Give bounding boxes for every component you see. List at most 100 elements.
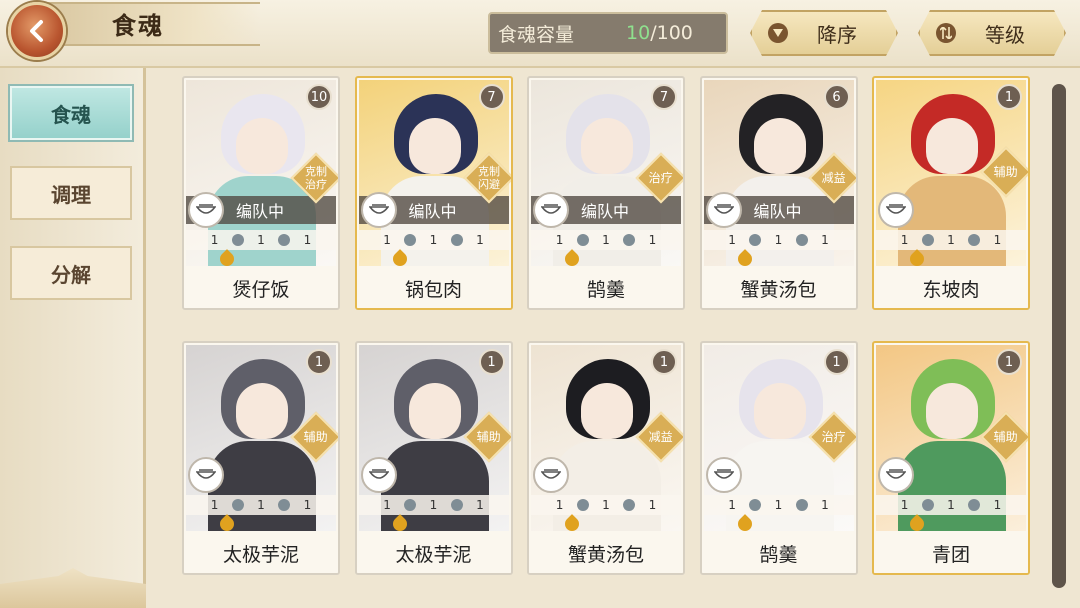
skill-orb-icon [623,234,636,246]
skill-value: 1 [210,498,219,512]
bowl-icon [188,192,224,228]
skill-value: 1 [774,233,783,247]
character-name: 蟹黄汤包 [529,533,683,573]
in-team-label: 编队中 [753,202,802,221]
skill-row: 1 1 1 [703,495,854,515]
card-count-badge: 1 [306,349,332,375]
role-label: 减益 [821,170,846,185]
card-count-badge: 1 [996,349,1022,375]
skill-value: 1 [993,498,1002,512]
character-card[interactable]: 1 辅助 1 1 1 太极芋泥 [354,341,513,575]
skill-orb-icon [921,234,934,246]
skill-orb-icon [404,234,417,246]
top-bar: 食魂 食魂容量 10 /100 降序 等级 [0,0,1080,68]
skill-orb-icon [623,499,636,511]
character-card[interactable]: 1 辅助 1 1 1 东坡肉 [872,76,1030,310]
role-label: 减益 [648,429,674,444]
character-card[interactable]: 7 治疗 编队中 1 1 1 鹄羹 [527,76,685,310]
skill-value: 1 [303,233,312,247]
skill-row: 1 1 1 [531,230,681,250]
sort-order-label: 降序 [817,22,857,47]
card-count-badge: 1 [478,349,505,375]
character-card[interactable]: 6 减益 编队中 1 1 1 蟹黄汤包 [699,76,858,310]
card-count-badge: 10 [306,84,332,110]
skill-value: 1 [728,233,736,247]
character-name: 太极芋泥 [184,533,338,573]
capacity-current: 10 [626,22,651,44]
skill-orb-icon [921,499,934,511]
skill-value: 1 [476,233,484,247]
skill-row: 1 1 1 [186,495,336,515]
character-card[interactable]: 1 辅助 1 1 1 太极芋泥 [182,341,340,575]
bowl-icon [878,192,914,228]
bowl-icon [705,457,742,493]
in-team-label: 编队中 [236,202,285,221]
skill-orb-icon [576,499,589,511]
role-label: 辅助 [993,164,1019,179]
character-name: 太极芋泥 [356,533,511,573]
card-count-badge: 1 [996,84,1022,110]
back-button[interactable] [8,2,66,60]
character-card[interactable]: 7 克制 闪避 编队中 1 1 1 锅包肉 [354,76,513,310]
skill-value: 1 [257,498,265,512]
sort-level-button[interactable]: 等级 [918,10,1066,56]
role-label: 克制 治疗 [305,165,327,191]
scrollbar-track[interactable] [1052,84,1066,588]
character-name: 锅包肉 [356,268,511,308]
skill-orb-icon [278,234,291,246]
character-card[interactable]: 1 辅助 1 1 1 青团 [872,341,1030,575]
sort-order-button[interactable]: 降序 [750,10,898,56]
bowl-icon [878,457,914,493]
capacity-label: 食魂容量 [498,23,575,46]
skill-value: 1 [774,498,783,512]
character-card[interactable]: 1 治疗 1 1 1 鹄羹 [699,341,858,575]
skill-orb-icon [450,234,463,246]
card-grid: 10 克制 治疗 编队中 1 1 1 煲仔饭 7 克制 闪避 编队中 1 1 1… [150,70,1050,600]
skill-value: 1 [947,233,955,247]
card-count-badge: 1 [651,349,677,375]
tab-decompose[interactable]: 分解 [10,246,132,300]
character-name: 煲仔饭 [184,268,338,308]
skill-orb-icon [278,499,291,511]
skill-value: 1 [429,498,438,512]
bowl-icon [705,192,742,228]
sort-level-label: 等级 [985,22,1025,47]
role-label: 治疗 [648,170,674,185]
scrollbar-thumb[interactable] [1052,84,1066,588]
skill-orb-icon [968,234,981,246]
skill-row: 1 1 1 [876,230,1026,250]
card-count-badge: 1 [823,349,850,375]
role-label: 辅助 [993,429,1019,444]
skill-row: 1 1 1 [186,230,336,250]
capacity-max: /100 [650,22,693,44]
character-card[interactable]: 1 减益 1 1 1 蟹黄汤包 [527,341,685,575]
sidebar: 食魂 调理 分解 [0,68,146,608]
character-card[interactable]: 10 克制 治疗 编队中 1 1 1 煲仔饭 [182,76,340,310]
role-label: 辅助 [303,429,329,444]
skill-value: 1 [993,233,1002,247]
skill-orb-icon [450,499,463,511]
tab-conditioning[interactable]: 调理 [10,166,132,220]
card-count-badge: 6 [823,84,850,110]
skill-value: 1 [821,233,829,247]
character-name: 东坡肉 [874,268,1028,308]
triangle-down-icon [768,23,788,43]
skill-value: 1 [476,498,484,512]
character-name: 鹄羹 [529,268,683,308]
role-label: 辅助 [476,429,501,444]
role-label: 治疗 [821,429,846,444]
skill-orb-icon [749,499,762,511]
character-name: 青团 [874,533,1028,573]
skill-value: 1 [383,498,391,512]
skill-value: 1 [648,498,657,512]
skill-orb-icon [404,499,417,511]
character-name: 蟹黄汤包 [701,268,856,308]
skill-row: 1 1 1 [531,495,681,515]
skill-row: 1 1 1 [703,230,854,250]
skill-value: 1 [602,498,610,512]
skill-row: 1 1 1 [358,495,509,515]
skill-value: 1 [257,233,265,247]
skill-orb-icon [231,499,244,511]
skill-orb-icon [749,234,762,246]
tab-food-soul[interactable]: 食魂 [10,86,132,140]
